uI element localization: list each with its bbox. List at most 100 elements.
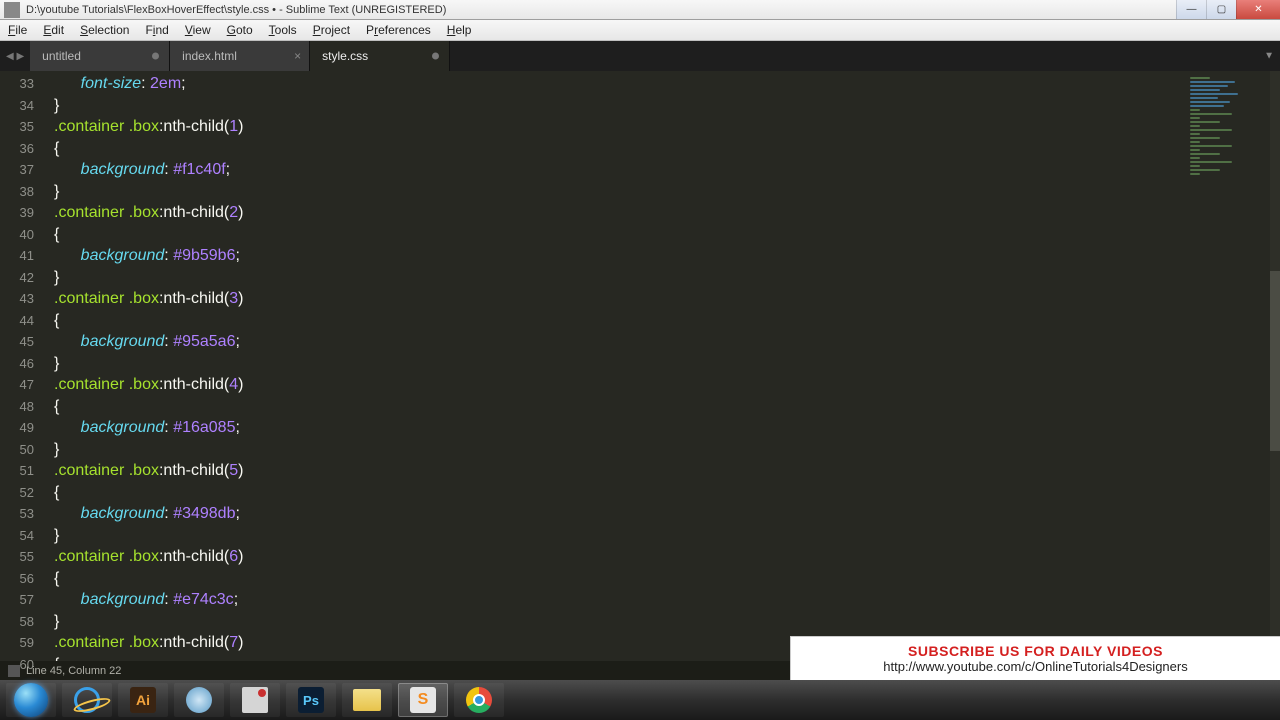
tab-label: untitled (42, 49, 81, 63)
tab-style-css[interactable]: style.css (310, 41, 450, 71)
tab-untitled[interactable]: untitled (30, 41, 170, 71)
menu-view[interactable]: View (177, 20, 219, 40)
code-line[interactable]: { (54, 138, 1280, 160)
code-line[interactable]: { (54, 396, 1280, 418)
code-line[interactable]: font-size: 2em; (54, 73, 1280, 95)
vertical-scrollbar[interactable] (1270, 71, 1280, 661)
code-line[interactable]: background: #e74c3c; (54, 589, 1280, 611)
minimize-button[interactable]: — (1176, 0, 1206, 19)
modified-dot-icon (152, 53, 159, 60)
menu-edit[interactable]: Edit (35, 20, 72, 40)
line-number: 47 (0, 374, 34, 396)
tab-bar: ◀ ▶ untitled index.html × style.css ▼ (0, 41, 1280, 71)
code-line[interactable]: .container .box:nth-child(6) (54, 546, 1280, 568)
line-number: 56 (0, 568, 34, 590)
line-number: 55 (0, 546, 34, 568)
menu-project[interactable]: Project (305, 20, 358, 40)
taskbar-illustrator[interactable]: Ai (118, 683, 168, 717)
code-line[interactable]: { (54, 568, 1280, 590)
close-icon[interactable]: × (294, 49, 301, 63)
tab-nav-arrows[interactable]: ◀ ▶ (0, 41, 30, 71)
line-number: 36 (0, 138, 34, 160)
line-number: 35 (0, 116, 34, 138)
start-button[interactable] (6, 683, 56, 717)
code-line[interactable]: .container .box:nth-child(3) (54, 288, 1280, 310)
taskbar-safari[interactable] (174, 683, 224, 717)
folder-icon (353, 689, 381, 711)
chrome-icon (466, 687, 492, 713)
sublime-icon: S (410, 687, 436, 713)
menu-tools[interactable]: Tools (261, 20, 305, 40)
tab-overflow-icon[interactable]: ▼ (1264, 51, 1274, 62)
scrollbar-thumb[interactable] (1270, 271, 1280, 451)
code-line[interactable]: } (54, 267, 1280, 289)
safari-icon (186, 687, 212, 713)
windows-taskbar: Ai Ps S (0, 680, 1280, 720)
window-title: D:\youtube Tutorials\FlexBoxHoverEffect\… (24, 4, 1176, 16)
code-line[interactable]: { (54, 482, 1280, 504)
line-number: 44 (0, 310, 34, 332)
menu-find[interactable]: Find (137, 20, 176, 40)
code-line[interactable]: .container .box:nth-child(2) (54, 202, 1280, 224)
menu-preferences[interactable]: Preferences (358, 20, 439, 40)
app-icon (4, 2, 20, 18)
maximize-button[interactable]: ▢ (1206, 0, 1236, 19)
illustrator-icon: Ai (130, 687, 156, 713)
code-line[interactable]: } (54, 525, 1280, 547)
line-number: 40 (0, 224, 34, 246)
code-line[interactable]: } (54, 95, 1280, 117)
line-number: 48 (0, 396, 34, 418)
code-line[interactable]: } (54, 353, 1280, 375)
tab-index-html[interactable]: index.html × (170, 41, 310, 71)
line-number: 60 (0, 654, 34, 676)
line-number: 58 (0, 611, 34, 633)
code-line[interactable]: background: #f1c40f; (54, 159, 1280, 181)
code-line[interactable]: } (54, 611, 1280, 633)
menu-selection[interactable]: Selection (72, 20, 137, 40)
code-line[interactable]: } (54, 439, 1280, 461)
code-line[interactable]: .container .box:nth-child(1) (54, 116, 1280, 138)
line-number: 42 (0, 267, 34, 289)
taskbar-photoshop[interactable]: Ps (286, 683, 336, 717)
minimap[interactable] (1190, 77, 1270, 197)
cursor-position: Line 45, Column 22 (26, 665, 121, 677)
code-line[interactable]: } (54, 181, 1280, 203)
taskbar-chrome[interactable] (454, 683, 504, 717)
line-number: 49 (0, 417, 34, 439)
code-line[interactable]: background: #95a5a6; (54, 331, 1280, 353)
line-number-gutter: 3334353637383940414243444546474849505152… (0, 71, 44, 661)
menu-help[interactable]: Help (439, 20, 480, 40)
line-number: 54 (0, 525, 34, 547)
close-button[interactable]: ✕ (1236, 0, 1280, 19)
code-content[interactable]: font-size: 2em;}.container .box:nth-chil… (44, 71, 1280, 661)
taskbar-explorer[interactable] (342, 683, 392, 717)
banner-title: SUBSCRIBE US FOR DAILY VIDEOS (908, 643, 1163, 659)
line-number: 38 (0, 181, 34, 203)
code-line[interactable]: background: #3498db; (54, 503, 1280, 525)
code-line[interactable]: .container .box:nth-child(5) (54, 460, 1280, 482)
taskbar-sublime[interactable]: S (398, 683, 448, 717)
modified-dot-icon (432, 53, 439, 60)
editor-area[interactable]: 3334353637383940414243444546474849505152… (0, 71, 1280, 661)
tab-label: style.css (322, 49, 368, 63)
line-number: 41 (0, 245, 34, 267)
menu-file[interactable]: File (0, 20, 35, 40)
window-controls: — ▢ ✕ (1176, 0, 1280, 19)
code-line[interactable]: .container .box:nth-child(4) (54, 374, 1280, 396)
encoder-icon (242, 687, 268, 713)
tab-label: index.html (182, 49, 237, 63)
code-line[interactable]: background: #16a085; (54, 417, 1280, 439)
line-number: 53 (0, 503, 34, 525)
line-number: 33 (0, 73, 34, 95)
menu-goto[interactable]: Goto (219, 20, 261, 40)
code-line[interactable]: { (54, 224, 1280, 246)
taskbar-encoder[interactable] (230, 683, 280, 717)
code-line[interactable]: { (54, 310, 1280, 332)
window-titlebar: D:\youtube Tutorials\FlexBoxHoverEffect\… (0, 0, 1280, 20)
taskbar-ie[interactable] (62, 683, 112, 717)
line-number: 43 (0, 288, 34, 310)
line-number: 50 (0, 439, 34, 461)
code-line[interactable]: background: #9b59b6; (54, 245, 1280, 267)
line-number: 45 (0, 331, 34, 353)
menu-bar: File Edit Selection Find View Goto Tools… (0, 20, 1280, 41)
